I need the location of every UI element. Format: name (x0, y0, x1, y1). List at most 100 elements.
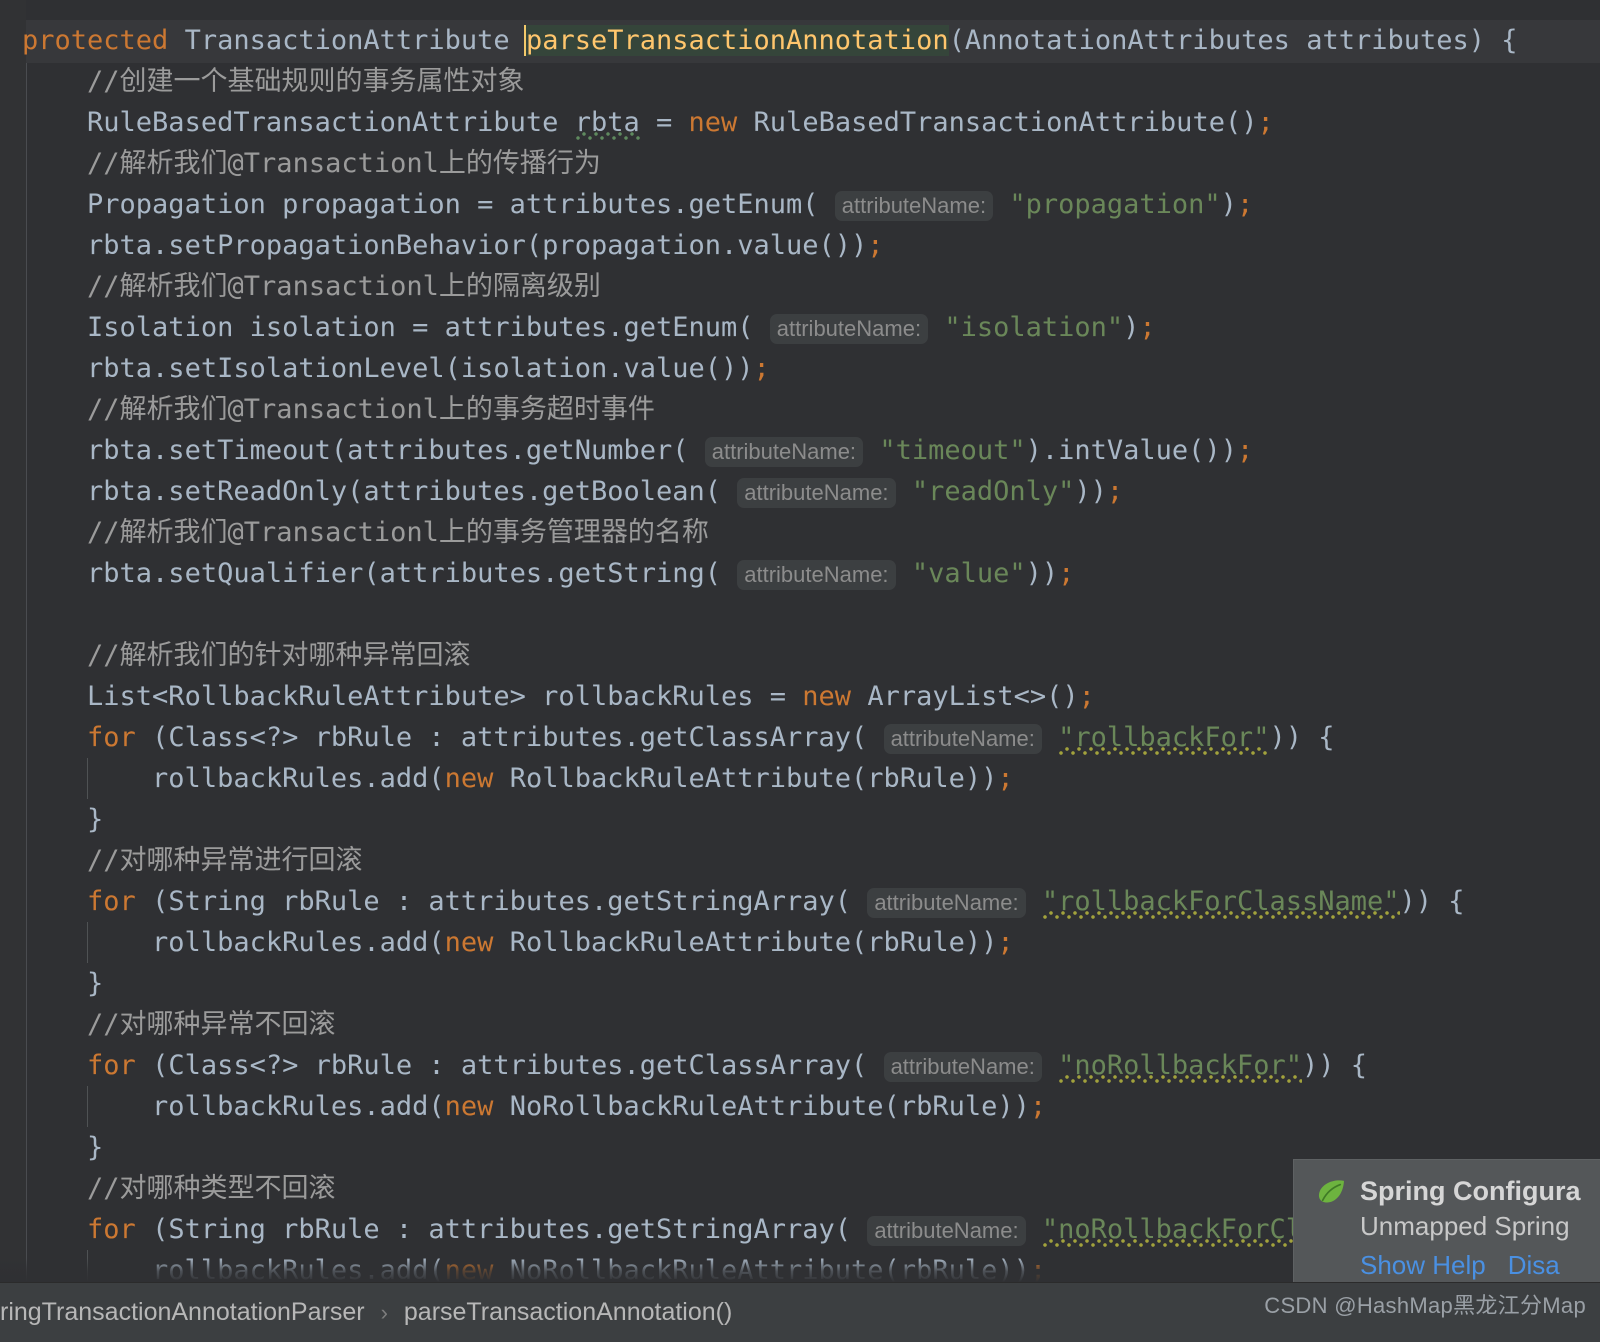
code-comment: //解析我们@Transactionl上的传播行为 (87, 148, 601, 179)
code-line[interactable]: protected TransactionAttribute parseTran… (0, 20, 1600, 61)
code-token: NoRollbackRuleAttribute(rbRule)) (509, 1091, 1030, 1122)
parameter-hint: attributeName: (883, 724, 1042, 754)
code-token: ; (1106, 476, 1124, 507)
breadcrumb-item-method[interactable]: parseTransactionAnnotation() (404, 1298, 732, 1327)
keyword-token: new (688, 107, 754, 138)
indent-guide (87, 922, 88, 963)
code-token: )) { (1269, 722, 1335, 753)
code-token: Isolation isolation = attributes.getEnum… (87, 312, 770, 343)
code-line[interactable]: List<RollbackRuleAttribute> rollbackRule… (0, 676, 1600, 717)
keyword-token: new (802, 681, 868, 712)
code-token: rbta.setQualifier(attributes.getString( (87, 558, 738, 589)
parameter-hint: attributeName: (737, 478, 896, 508)
code-line[interactable]: rbta.setPropagationBehavior(propagation.… (0, 225, 1600, 266)
code-token: ; (867, 230, 884, 261)
popup-header: Spring Configura (1294, 1160, 1600, 1207)
code-line[interactable]: rbta.setReadOnly(attributes.getBoolean( … (0, 471, 1600, 512)
code-line[interactable]: RuleBasedTransactionAttribute rbta = new… (0, 102, 1600, 143)
keyword-token: protected (22, 25, 185, 56)
code-token: (String rbRule : attributes.getStringArr… (152, 886, 868, 917)
popup-links: Show Help Disa (1294, 1250, 1600, 1281)
code-line[interactable]: rbta.setQualifier(attributes.getString( … (0, 553, 1600, 594)
code-line[interactable]: rollbackRules.add(new RollbackRuleAttrib… (0, 758, 1600, 799)
code-token: NoRollbackRuleAttribute(rbRule)) (509, 1255, 1030, 1282)
keyword-token: new (444, 1255, 510, 1282)
code-token: rbta.setIsolationLevel(isolation.value()… (87, 353, 754, 384)
keyword-token: new (444, 763, 510, 794)
code-token: rollbackRules.add( (152, 763, 445, 794)
indent-guide (87, 1250, 88, 1282)
code-line[interactable]: //对哪种异常进行回滚 (0, 840, 1600, 881)
code-comment: //解析我们的针对哪种异常回滚 (87, 640, 471, 671)
code-line[interactable]: } (0, 963, 1600, 1004)
code-comment: //创建一个基础规则的事务属性对象 (87, 66, 525, 97)
code-line[interactable]: for (Class<?> rbRule : attributes.getCla… (0, 1045, 1600, 1086)
code-token: )) (1074, 476, 1107, 507)
code-token: rbta.setTimeout(attributes.getNumber( (87, 435, 705, 466)
code-token: Propagation propagation = attributes.get… (87, 189, 835, 220)
breadcrumb-item-class[interactable]: ringTransactionAnnotationParser (0, 1298, 365, 1327)
code-line[interactable]: rollbackRules.add(new NoRollbackRuleAttr… (0, 1086, 1600, 1127)
code-editor[interactable]: protected TransactionAttribute parseTran… (0, 0, 1600, 1282)
code-line[interactable]: rollbackRules.add(new RollbackRuleAttrib… (0, 922, 1600, 963)
code-token: rollbackRules.add( (152, 927, 445, 958)
code-token: TransactionAttribute (184, 25, 526, 56)
code-token: )) (1025, 558, 1059, 589)
code-line[interactable]: rbta.setTimeout(attributes.getNumber( at… (0, 430, 1600, 471)
indent-guide (87, 1086, 88, 1127)
parameter-hint: attributeName: (883, 1052, 1042, 1082)
code-token: (Class<?> rbRule : attributes.getClassAr… (152, 1050, 884, 1081)
code-token: ArrayList<>() (867, 681, 1079, 712)
code-line[interactable]: //解析我们@Transactionl上的传播行为 (0, 143, 1600, 184)
code-line[interactable]: //解析我们@Transactionl上的事务超时事件 (0, 389, 1600, 430)
disable-link[interactable]: Disa (1508, 1250, 1560, 1280)
code-line[interactable] (0, 594, 1600, 635)
popup-subtitle: Unmapped Spring (1360, 1211, 1570, 1241)
code-content[interactable]: protected TransactionAttribute parseTran… (0, 20, 1600, 1282)
code-line[interactable]: //解析我们@Transactionl上的隔离级别 (0, 266, 1600, 307)
code-line[interactable]: //创建一个基础规则的事务属性对象 (0, 61, 1600, 102)
code-line[interactable]: for (Class<?> rbRule : attributes.getCla… (0, 717, 1600, 758)
code-line[interactable]: rbta.setIsolationLevel(isolation.value()… (0, 348, 1600, 389)
code-token: )) { (1301, 1050, 1367, 1081)
code-token: ; (753, 353, 770, 384)
code-token: = (639, 107, 689, 138)
spring-notification-popup[interactable]: Spring Configura Unmapped Spring Show He… (1294, 1160, 1600, 1282)
string-literal: "rollbackForClassName" (1041, 886, 1400, 917)
code-line[interactable]: //对哪种异常不回滚 (0, 1004, 1600, 1045)
keyword-token: new (444, 927, 510, 958)
string-literal: "noRollbackForCla (1041, 1214, 1319, 1245)
code-line[interactable]: } (0, 799, 1600, 840)
code-line[interactable]: for (String rbRule : attributes.getStrin… (0, 881, 1600, 922)
code-token: ) (1123, 312, 1140, 343)
code-token: } (87, 968, 104, 999)
code-line[interactable]: Propagation propagation = attributes.get… (0, 184, 1600, 225)
code-line[interactable]: Isolation isolation = attributes.getEnum… (0, 307, 1600, 348)
code-line[interactable]: //解析我们@Transactionl上的事务管理器的名称 (0, 512, 1600, 553)
code-comment: //解析我们@Transactionl上的隔离级别 (87, 271, 601, 302)
code-token: rbta (574, 107, 640, 138)
selected-method-name[interactable]: parseTransactionAnnotation (523, 25, 949, 56)
code-token: RuleBasedTransactionAttribute (87, 107, 575, 138)
code-token: rollbackRules.add( (152, 1255, 445, 1282)
code-token: )) { (1399, 886, 1465, 917)
code-line[interactable]: //解析我们的针对哪种异常回滚 (0, 635, 1600, 676)
string-literal: "value" (911, 558, 1026, 589)
show-help-link[interactable]: Show Help (1360, 1250, 1486, 1280)
string-literal: "propagation" (1009, 189, 1221, 220)
ide-window: protected TransactionAttribute parseTran… (0, 0, 1600, 1342)
